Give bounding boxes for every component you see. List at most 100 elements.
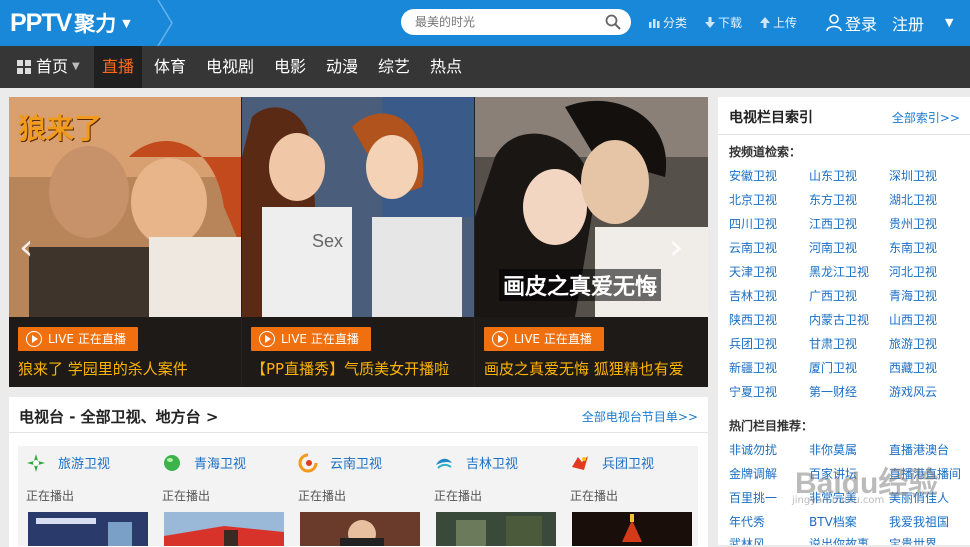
live-badge[interactable]: LIVE 正在直播	[251, 327, 371, 351]
channel-link[interactable]: 宁夏卫视	[729, 383, 777, 400]
tv-channel-card[interactable]: 云南卫视 正在播出	[290, 446, 426, 546]
channel-link[interactable]: 河北卫视	[889, 263, 937, 280]
program-link[interactable]: 武林风	[729, 535, 765, 545]
all-schedules-link[interactable]: 全部电视台节目单>>	[582, 408, 698, 425]
logo-julie-text: 聚力	[74, 12, 117, 36]
channel-link[interactable]: 北京卫视	[729, 191, 777, 208]
sidebar-title: 电视栏目索引	[729, 110, 813, 126]
channel-link[interactable]: 内蒙古卫视	[809, 311, 869, 328]
all-index-link[interactable]: 全部索引>>	[892, 109, 960, 126]
account-dropdown-icon[interactable]: ▼	[945, 16, 953, 29]
play-icon	[259, 331, 275, 347]
channel-link[interactable]: 深圳卫视	[889, 167, 937, 184]
upload-link[interactable]: 上传	[760, 14, 797, 31]
channel-name: 兵团卫视	[602, 457, 655, 472]
channel-link[interactable]: 游戏风云	[889, 383, 937, 400]
user-icon	[826, 14, 842, 32]
channel-link[interactable]: 安徽卫视	[729, 167, 777, 184]
carousel-next-icon[interactable]: ›	[669, 227, 683, 268]
live-badge[interactable]: LIVE 正在直播	[484, 327, 604, 351]
program-link[interactable]: 说出你故事	[809, 535, 869, 545]
now-playing-label: 正在播出	[162, 489, 211, 503]
tv-section-title[interactable]: 电视台 - 全部卫视、地方台 >	[19, 406, 218, 427]
program-link[interactable]: 百里挑一	[729, 489, 777, 506]
channel-link[interactable]: 山东卫视	[809, 167, 857, 184]
channel-link[interactable]: 湖北卫视	[889, 191, 937, 208]
category-link[interactable]: 分类	[649, 14, 687, 31]
nav-hot[interactable]: 热点	[430, 46, 462, 88]
nav-tv-series[interactable]: 电视剧	[206, 46, 254, 88]
channel-link[interactable]: 兵团卫视	[729, 335, 777, 352]
logo-divider-chevron	[157, 0, 173, 46]
channel-link[interactable]: 四川卫视	[729, 215, 777, 232]
channel-link[interactable]: 江西卫视	[809, 215, 857, 232]
carousel-prev-icon[interactable]: ‹	[19, 227, 33, 268]
channel-link[interactable]: 青海卫视	[889, 287, 937, 304]
now-playing-label: 正在播出	[434, 489, 483, 503]
tv-channel-card[interactable]: 青海卫视 正在播出	[154, 446, 290, 546]
tv-section-header: 电视台 - 全部卫视、地方台 > 全部电视台节目单>>	[9, 397, 708, 433]
channel-link[interactable]: 陕西卫视	[729, 311, 777, 328]
channel-link[interactable]: 东南卫视	[889, 239, 937, 256]
channel-name: 云南卫视	[330, 457, 383, 472]
channel-link[interactable]: 甘肃卫视	[809, 335, 857, 352]
nav-live[interactable]: 直播	[94, 46, 143, 88]
login-label: 登录	[845, 15, 878, 34]
featured-carousel: 狼来了 LIVE 正在直播 狼来了 学园里的杀人案件 Sex LIVE 正在直播…	[9, 97, 708, 387]
nav-movies[interactable]: 电影	[274, 46, 306, 88]
channel-link[interactable]: 河南卫视	[809, 239, 857, 256]
channel-link[interactable]: 第一财经	[809, 383, 857, 400]
nav-home[interactable]: 首页 ▼	[17, 46, 80, 88]
channel-link[interactable]: 吉林卫视	[729, 287, 777, 304]
tv-channel-card[interactable]: 旅游卫视 正在播出	[18, 446, 154, 546]
search-icon[interactable]	[605, 14, 621, 30]
now-playing-label: 正在播出	[570, 489, 619, 503]
channel-link[interactable]: 云南卫视	[729, 239, 777, 256]
download-icon	[705, 17, 715, 28]
program-link[interactable]: 非诚勿扰	[729, 441, 777, 458]
logo-dropdown-icon[interactable]: ▼	[122, 17, 130, 30]
channel-link[interactable]: 贵州卫视	[889, 215, 937, 232]
register-button[interactable]: 注册	[892, 11, 924, 35]
search-input[interactable]	[415, 13, 595, 31]
tv-channel-card[interactable]: 吉林卫视 正在播出	[426, 446, 562, 546]
program-link[interactable]: 我爱我祖国	[889, 513, 949, 530]
pptv-logo[interactable]: PPTV 聚力 ▼	[10, 9, 131, 37]
nav-variety[interactable]: 综艺	[378, 46, 410, 88]
carousel-slide[interactable]: Sex LIVE 正在直播 【PP直播秀】气质美女开播啦	[242, 97, 474, 387]
nav-anime[interactable]: 动漫	[326, 46, 358, 88]
slide-caption[interactable]: 狼来了 学园里的杀人案件	[18, 358, 188, 379]
program-link[interactable]: 金牌调解	[729, 465, 777, 482]
now-playing-label: 正在播出	[298, 489, 347, 503]
download-link[interactable]: 下载	[705, 14, 742, 31]
program-link[interactable]: 非你莫属	[809, 441, 857, 458]
channel-link[interactable]: 山西卫视	[889, 311, 937, 328]
channel-link[interactable]: 广西卫视	[809, 287, 857, 304]
channel-link[interactable]: 旅游卫视	[889, 335, 937, 352]
program-link[interactable]: 直播港澳台	[889, 441, 949, 458]
channel-link[interactable]: 新疆卫视	[729, 359, 777, 376]
tourism-tv-icon	[27, 454, 45, 472]
slide-caption[interactable]: 【PP直播秀】气质美女开播啦	[251, 358, 449, 379]
tv-channel-card[interactable]: 兵团卫视 正在播出	[562, 446, 698, 546]
channel-link[interactable]: 东方卫视	[809, 191, 857, 208]
login-button[interactable]: 登录	[826, 11, 877, 35]
channel-thumbnail	[572, 512, 692, 546]
channel-link[interactable]: 厦门卫视	[809, 359, 857, 376]
channel-name: 旅游卫视	[58, 457, 111, 472]
channel-link[interactable]: 西藏卫视	[889, 359, 937, 376]
live-badge[interactable]: LIVE 正在直播	[18, 327, 138, 351]
carousel-slide[interactable]: 狼来了 LIVE 正在直播 狼来了 学园里的杀人案件	[9, 97, 241, 387]
program-link[interactable]: BTV档案	[809, 513, 857, 530]
nav-sports[interactable]: 体育	[154, 46, 186, 88]
slide-caption[interactable]: 画皮之真爱无悔 狐狸精也有爱	[484, 358, 684, 379]
nav-home-caret-icon: ▼	[72, 61, 80, 72]
channel-link[interactable]: 黑龙江卫视	[809, 263, 869, 280]
channel-link[interactable]: 天津卫视	[729, 263, 777, 280]
program-link[interactable]: 宝贵世界	[889, 535, 937, 545]
channel-thumbnail	[28, 512, 148, 546]
channel-name: 吉林卫视	[466, 457, 519, 472]
tv-stations-panel: 电视台 - 全部卫视、地方台 > 全部电视台节目单>> 旅游卫视 正在播出 青海…	[9, 397, 708, 547]
search-box	[401, 9, 631, 35]
program-link[interactable]: 年代秀	[729, 513, 765, 530]
